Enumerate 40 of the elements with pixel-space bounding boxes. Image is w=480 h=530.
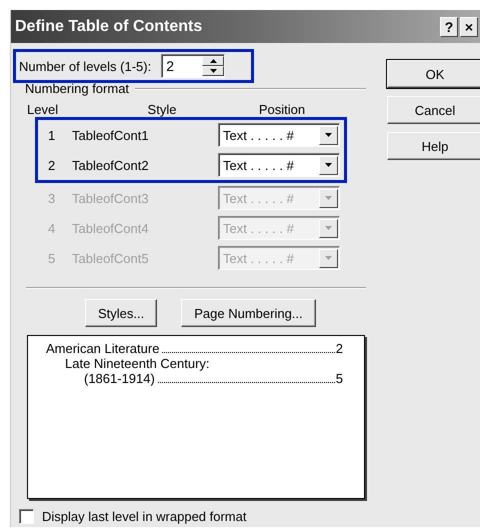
column-header: Level	[27, 102, 60, 117]
styles-button[interactable]: Styles...	[85, 299, 158, 327]
page-number: 2	[336, 341, 343, 356]
level-number: 3	[48, 190, 56, 206]
style-name: TableofCont1	[72, 128, 150, 142]
group-title: Numbering format	[25, 81, 130, 96]
level-number: 2	[48, 158, 56, 172]
column-header: Style	[146, 102, 178, 117]
position-dropdown[interactable]: Text . . . . . #	[218, 153, 340, 177]
checkbox[interactable]	[19, 509, 34, 524]
levels-label: Number of levels (1-5):	[19, 58, 152, 74]
toc-entry-text: Late Nineteenth Century:	[65, 356, 210, 371]
dropdown-arrow-icon	[325, 226, 332, 230]
dropdown-arrow-icon	[325, 163, 332, 167]
dropdown-arrow-icon	[325, 133, 332, 137]
position-dropdown[interactable]: Text . . . . . #	[218, 123, 340, 147]
dropdown-arrow-icon	[325, 256, 332, 260]
ok-button[interactable]: OK	[387, 60, 480, 88]
toc-entry-text: (1861-1914)	[84, 371, 155, 386]
page-numbering-button[interactable]: Page Numbering...	[181, 299, 316, 327]
column-header: Position	[258, 102, 306, 117]
style-name: TableofCont4	[72, 220, 150, 236]
levels-spinner[interactable]: 2	[161, 54, 226, 78]
style-name: TableofCont3	[72, 190, 150, 206]
help-button[interactable]: ?	[440, 16, 458, 36]
window-title: Define Table of Contents	[15, 18, 202, 36]
level-number: 1	[48, 128, 56, 142]
page-number: 5	[336, 371, 343, 386]
down-arrow-icon	[210, 69, 217, 73]
dropdown-arrow-icon	[325, 196, 332, 200]
checkbox-label: Display last level in wrapped format	[42, 509, 246, 524]
toc-entry-text: American Literature	[46, 341, 160, 356]
close-button[interactable]: ×	[460, 16, 478, 36]
level-number: 5	[48, 250, 56, 266]
style-name: TableofCont2	[72, 158, 150, 172]
level-number: 4	[48, 220, 56, 236]
help-button[interactable]: Help	[387, 132, 480, 160]
style-name: TableofCont5	[72, 250, 150, 266]
cancel-button[interactable]: Cancel	[387, 96, 480, 124]
up-arrow-icon	[210, 59, 217, 63]
